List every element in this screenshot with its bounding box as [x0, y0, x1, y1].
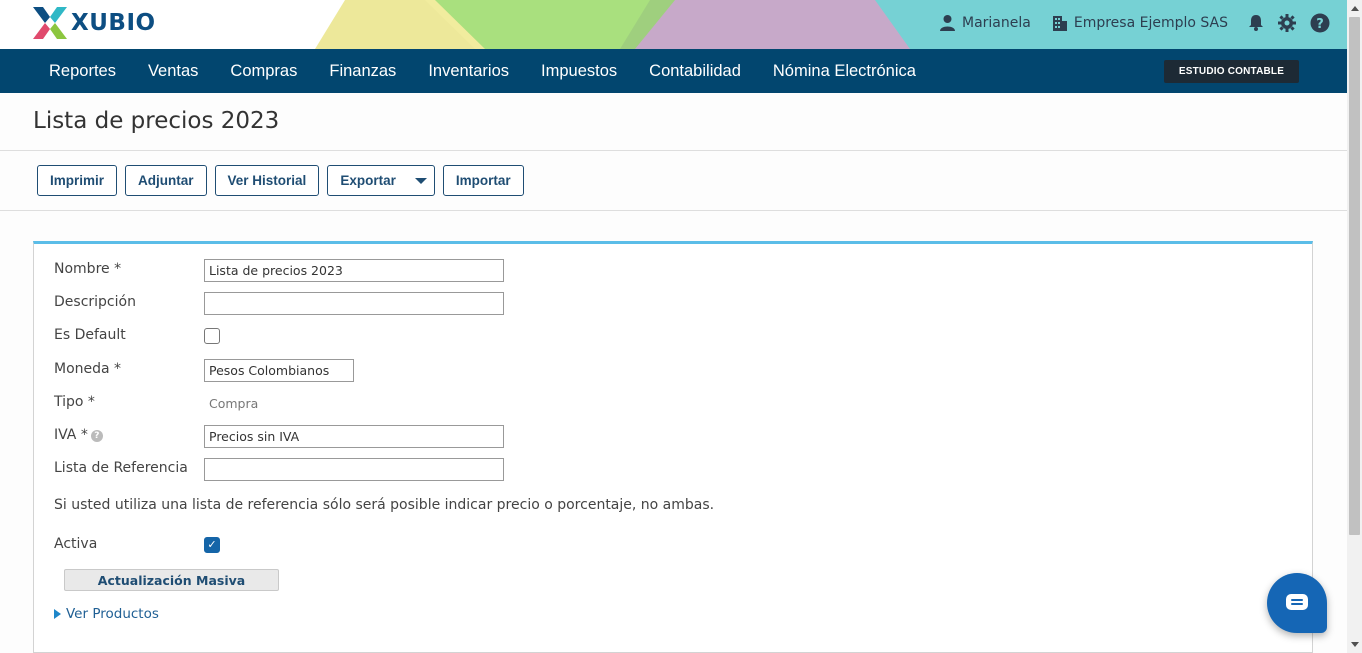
ver-productos-label: Ver Productos [66, 606, 159, 622]
caret-right-icon [54, 609, 61, 619]
building-icon [1052, 16, 1067, 31]
nav-item-impuestos[interactable]: Impuestos [525, 62, 633, 81]
iva-select[interactable]: Precios sin IVA [204, 425, 504, 448]
history-button[interactable]: Ver Historial [214, 165, 320, 196]
print-button[interactable]: Imprimir [37, 165, 118, 196]
activa-label: Activa [54, 536, 98, 552]
divider [0, 150, 1347, 151]
ver-productos-toggle[interactable]: Ver Productos [54, 606, 159, 622]
xubio-logo[interactable]: XUBIO [33, 7, 156, 39]
top-header: XUBIO Marianela Empresa Ejemplo SAS ? [0, 0, 1347, 49]
chat-icon [1286, 594, 1308, 610]
nav-item-compras[interactable]: Compras [214, 62, 313, 81]
export-dropdown-toggle[interactable] [408, 166, 434, 195]
descripcion-input[interactable] [204, 292, 504, 315]
user-icon [940, 15, 955, 31]
header-decoration [315, 0, 910, 49]
activa-checkbox[interactable]: ✓ [204, 537, 220, 553]
export-button[interactable]: Exportar [327, 165, 435, 196]
export-label: Exportar [340, 173, 396, 188]
scroll-thumb[interactable] [1349, 17, 1360, 535]
user-menu[interactable]: Marianela [939, 14, 1031, 31]
nav-item-finanzas[interactable]: Finanzas [313, 62, 412, 81]
xubio-logo-mark-icon [33, 7, 67, 39]
gear-icon[interactable] [1278, 13, 1296, 32]
user-name: Marianela [962, 14, 1031, 31]
chat-launcher[interactable] [1267, 573, 1327, 633]
company-menu[interactable]: Empresa Ejemplo SAS [1051, 14, 1228, 31]
descripcion-label: Descripción [54, 294, 136, 310]
price-list-form: Nombre * Lista de precios 2023 Descripci… [33, 241, 1313, 653]
tipo-value: Compra [209, 396, 259, 411]
divider [0, 210, 1347, 211]
default-checkbox[interactable] [204, 328, 220, 344]
svg-text:?: ? [1316, 17, 1324, 32]
page-scrollbar[interactable] [1347, 0, 1362, 653]
nombre-label: Nombre * [54, 261, 122, 277]
moneda-select[interactable]: Pesos Colombianos [204, 359, 354, 382]
import-button[interactable]: Importar [442, 165, 524, 196]
scroll-up-icon[interactable] [1351, 6, 1359, 11]
referencia-label: Lista de Referencia [54, 460, 188, 476]
scroll-down-icon[interactable] [1351, 642, 1359, 647]
checkmark-icon: ✓ [207, 538, 217, 551]
referencia-input[interactable] [204, 458, 504, 481]
brand-name: XUBIO [71, 10, 156, 36]
default-label: Es Default [54, 327, 126, 343]
company-name: Empresa Ejemplo SAS [1073, 14, 1228, 31]
help-icon[interactable]: ? [1310, 13, 1330, 33]
nombre-input[interactable]: Lista de precios 2023 [204, 259, 504, 282]
nav-item-reportes[interactable]: Reportes [33, 62, 132, 81]
nav-item-nomina[interactable]: Nómina Electrónica [757, 62, 932, 81]
reference-note: Si usted utiliza una lista de referencia… [54, 497, 715, 513]
bell-icon[interactable] [1248, 14, 1264, 31]
action-toolbar: Imprimir Adjuntar Ver Historial Exportar… [37, 165, 524, 196]
caret-down-icon [414, 177, 427, 184]
mass-update-button[interactable]: Actualización Masiva [64, 569, 279, 591]
studio-button[interactable]: ESTUDIO CONTABLE [1164, 60, 1299, 83]
main-nav: Reportes Ventas Compras Finanzas Inventa… [0, 49, 1347, 93]
moneda-label: Moneda * [54, 361, 122, 377]
nav-item-contabilidad[interactable]: Contabilidad [633, 62, 757, 81]
question-icon[interactable]: ? [90, 430, 103, 442]
nav-item-inventarios[interactable]: Inventarios [412, 62, 525, 81]
attach-button[interactable]: Adjuntar [125, 165, 207, 196]
header-actions: Marianela Empresa Ejemplo SAS ? [939, 0, 1330, 45]
iva-label-group: IVA *? [54, 427, 103, 443]
nav-item-ventas[interactable]: Ventas [132, 62, 214, 81]
nav-items: Reportes Ventas Compras Finanzas Inventa… [33, 49, 932, 93]
tipo-label: Tipo * [54, 394, 95, 410]
iva-label: IVA * [54, 427, 88, 443]
page-title: Lista de precios 2023 [33, 108, 280, 134]
